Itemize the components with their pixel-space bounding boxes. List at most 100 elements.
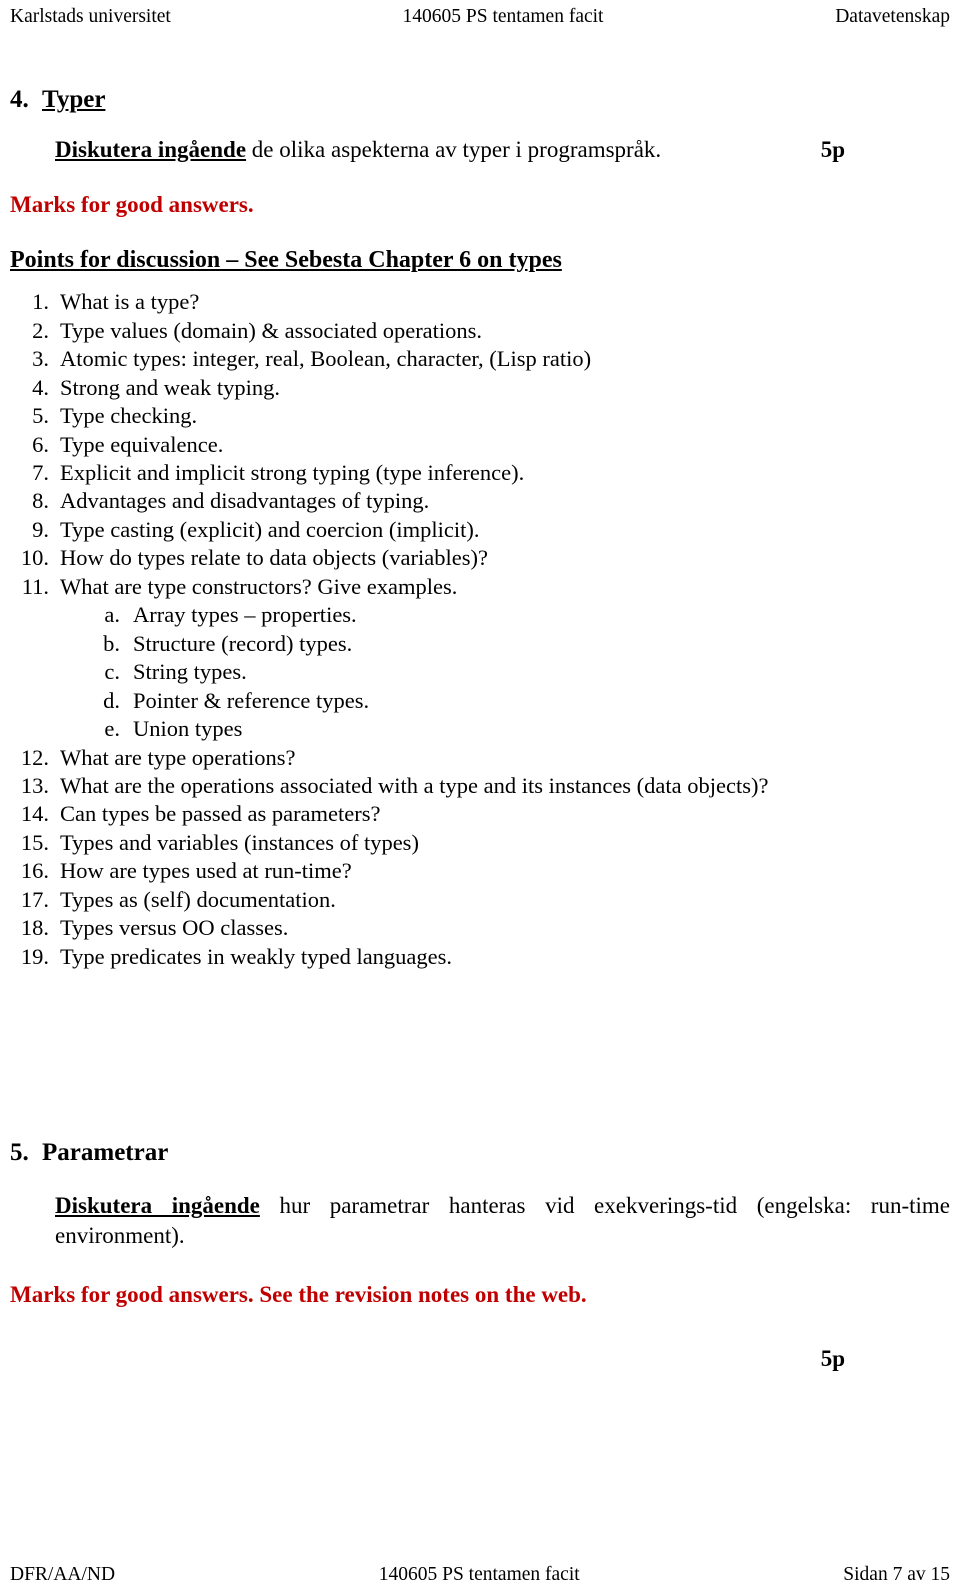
sublist-item-text: String types.	[133, 659, 247, 685]
list-item-text: Type casting (explicit) and coercion (im…	[60, 516, 480, 542]
sublist-item-text: Pointer & reference types.	[133, 687, 370, 713]
page-header: Karlstads universitet 140605 PS tentamen…	[10, 6, 950, 32]
section-4-prompt-row: Diskutera ingående de olika aspekterna a…	[10, 136, 950, 165]
list-item: 5. Type checking.	[10, 402, 950, 430]
section-5-prompt: Diskutera ingående hur parametrar hanter…	[10, 1191, 950, 1251]
list-item: 3. Atomic types: integer, real, Boolean,…	[10, 345, 950, 373]
list-item-text: Type checking.	[60, 403, 198, 429]
list-item-text: Types and variables (instances of types)	[60, 829, 419, 855]
section-4-marks-note: Marks for good answers.	[10, 191, 254, 217]
section-4-points: 5p	[820, 137, 845, 162]
section-5-points: 5p	[820, 1345, 845, 1371]
section-4-points-lead: Points for discussion – See Sebesta Chap…	[10, 246, 562, 273]
footer-center-text: 140605 PS tentamen facit	[378, 1563, 580, 1585]
footer-right-text: Sidan 7 av 15	[843, 1563, 950, 1585]
sublist-item-marker: a.	[104, 602, 120, 628]
section-5-prompt-emphasis: Diskutera ingående	[55, 1193, 260, 1219]
list-item: 16. How are types used at run-time?	[10, 857, 950, 885]
list-item-text: Explicit and implicit strong typing (typ…	[60, 460, 525, 486]
sublist-item-marker: b.	[103, 630, 120, 656]
section-4-list-continued: 12. What are type operations? 13. What a…	[10, 744, 950, 972]
section-5-number: 5.	[10, 1139, 29, 1167]
document-page: Karlstads universitet 140605 PS tentamen…	[0, 0, 960, 1593]
list-item-text: What is a type?	[60, 289, 200, 315]
list-item: 2. Type values (domain) & associated ope…	[10, 317, 950, 345]
section-4: 4. Typer Diskutera ingående de olika asp…	[10, 86, 950, 971]
section-4-sublist: a. Array types – properties. b. Structur…	[10, 601, 950, 743]
page-footer: DFR/AA/ND 140605 PS tentamen facit Sidan…	[10, 1559, 950, 1585]
section-5-marks-note: Marks for good answers. See the revision…	[10, 1281, 587, 1307]
list-item-marker: 1.	[32, 289, 49, 315]
sublist-item-marker: e.	[104, 716, 120, 742]
list-item: 8. Advantages and disadvantages of typin…	[10, 487, 950, 515]
list-item: 14. Can types be passed as parameters?	[10, 800, 950, 828]
list-item-marker: 16.	[20, 858, 49, 884]
sublist-item: d. Pointer & reference types.	[10, 687, 950, 715]
list-item-marker: 13.	[20, 773, 49, 798]
list-item-marker: 17.	[20, 886, 49, 912]
sublist-item-marker: d.	[103, 687, 120, 713]
section-4-prompt-emphasis: Diskutera ingående	[55, 137, 247, 162]
section-4-list: 1. What is a type? 2. Type values (domai…	[10, 288, 950, 601]
list-item-marker: 3.	[32, 346, 49, 372]
sublist-item-text: Array types – properties.	[133, 602, 357, 628]
list-item-marker: 19.	[20, 943, 49, 969]
list-item-text: Types as (self) documentation.	[60, 886, 336, 912]
list-item-text: How do types relate to data objects (var…	[60, 545, 488, 571]
list-item: 1. What is a type?	[10, 288, 950, 316]
section-5-title: Parametrar	[42, 1139, 169, 1167]
list-item: 13. What are the operations associated w…	[10, 772, 950, 800]
sublist-item: c. String types.	[10, 658, 950, 686]
list-item-text: Strong and weak typing.	[60, 374, 280, 400]
list-item: 12. What are type operations?	[10, 744, 950, 772]
list-item: 6. Type equivalence.	[10, 431, 950, 459]
list-item-text: Type predicates in weakly typed language…	[60, 943, 453, 969]
list-item: 11. What are type constructors? Give exa…	[10, 573, 950, 601]
sublist-item: e. Union types	[10, 715, 950, 743]
list-item: 15. Types and variables (instances of ty…	[10, 829, 950, 857]
list-item: 18. Types versus OO classes.	[10, 914, 950, 942]
list-item-text: Atomic types: integer, real, Boolean, ch…	[60, 346, 592, 372]
header-right-text: Datavetenskap	[835, 6, 950, 27]
list-item-text: Can types be passed as parameters?	[60, 801, 381, 827]
list-item-text: Types versus OO classes.	[60, 915, 289, 941]
list-item-marker: 10.	[20, 545, 49, 571]
list-item-marker: 8.	[32, 488, 49, 514]
list-item-text: What are type operations?	[60, 744, 296, 770]
list-item-marker: 5.	[32, 403, 49, 429]
list-item-marker: 4.	[32, 374, 49, 400]
sublist-item: b. Structure (record) types.	[10, 630, 950, 658]
section-5: 5. Parametrar Diskutera ingående hur par…	[10, 1139, 950, 1372]
list-item: 10. How do types relate to data objects …	[10, 544, 950, 572]
list-item: 9. Type casting (explicit) and coercion …	[10, 516, 950, 544]
list-item-marker: 18.	[20, 915, 49, 941]
list-item-text: Type values (domain) & associated operat…	[60, 317, 483, 343]
list-item-marker: 6.	[32, 431, 49, 457]
header-center-text: 140605 PS tentamen facit	[402, 6, 604, 27]
list-item-marker: 7.	[32, 460, 49, 486]
list-item: 4. Strong and weak typing.	[10, 374, 950, 402]
section-4-heading: 4. Typer	[10, 86, 950, 114]
list-item-text: How are types used at run-time?	[60, 858, 352, 884]
sublist-item-text: Union types	[133, 716, 243, 742]
list-item-text: What are type constructors? Give example…	[60, 573, 458, 599]
section-4-number: 4.	[10, 86, 29, 113]
list-item-marker: 2.	[32, 317, 49, 343]
list-item-text: Type equivalence.	[60, 431, 224, 457]
list-item-marker: 9.	[32, 516, 49, 542]
section-4-prompt: Diskutera ingående de olika aspekterna a…	[55, 136, 661, 165]
document-body: 4. Typer Diskutera ingående de olika asp…	[10, 86, 950, 1372]
footer-left-text: DFR/AA/ND	[10, 1563, 116, 1585]
list-item-text: What are the operations associated with …	[60, 773, 769, 798]
header-left-text: Karlstads universitet	[10, 6, 171, 27]
list-item-marker: 15.	[20, 829, 49, 855]
list-item: 19. Type predicates in weakly typed lang…	[10, 943, 950, 971]
sublist-item-marker: c.	[104, 659, 120, 685]
sublist-item-text: Structure (record) types.	[133, 630, 353, 656]
list-item: 17. Types as (self) documentation.	[10, 886, 950, 914]
section-5-heading: 5. Parametrar	[10, 1139, 950, 1167]
list-item-marker: 11.	[21, 573, 49, 599]
section-4-prompt-rest: de olika aspekterna av typer i programsp…	[246, 137, 662, 162]
section-4-title: Typer	[42, 86, 106, 113]
list-item-text: Advantages and disadvantages of typing.	[60, 488, 430, 514]
